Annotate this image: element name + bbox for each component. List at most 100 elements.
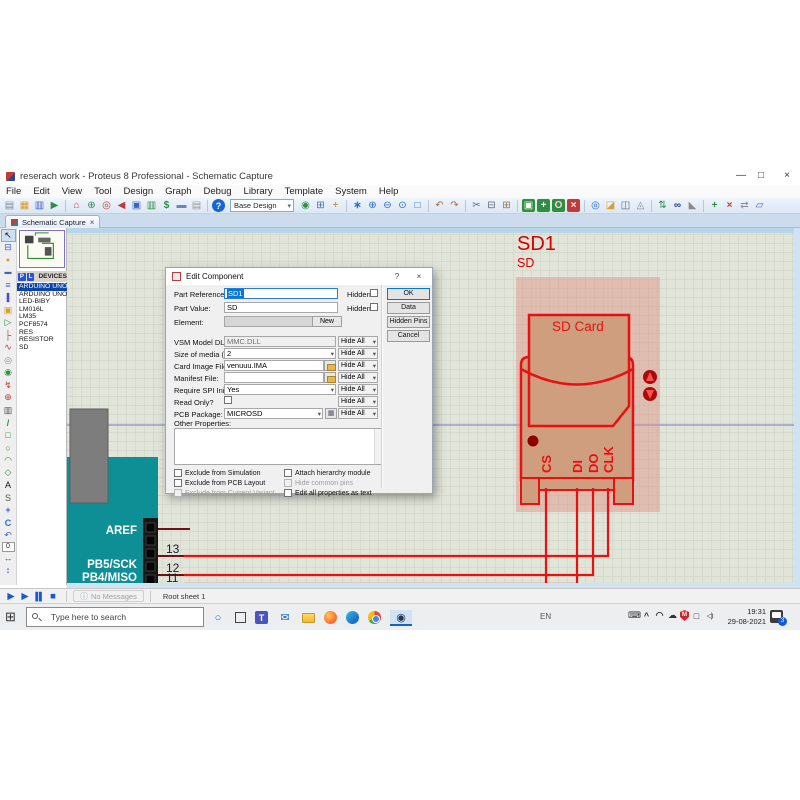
dialog-help-button[interactable]: ? (390, 272, 404, 281)
exclude-simulation-checkbox[interactable] (174, 469, 182, 477)
wifi-icon[interactable]: ◠ (654, 610, 665, 621)
decompose-icon[interactable]: ◬ (634, 199, 647, 212)
edge-icon[interactable] (346, 611, 359, 624)
language-indicator[interactable]: EN (540, 612, 551, 621)
exchange-icon[interactable]: ⇄ (738, 199, 751, 212)
device-arduino-uno-r3[interactable]: ARDUINO UNO R3 (17, 291, 67, 299)
circle-2d-icon[interactable]: ○ (1, 442, 16, 455)
text-script-icon[interactable]: ≡ (1, 279, 16, 292)
center-sheet-icon[interactable]: ⊕ (85, 199, 98, 212)
message-indicator[interactable]: ⓘ No Messages (73, 590, 144, 602)
element-dropdown[interactable] (224, 316, 324, 327)
dialog-close-button[interactable]: × (412, 272, 426, 281)
pcb-package-hide-dropdown[interactable]: Hide All (338, 408, 378, 419)
erc-icon[interactable]: ▬ (175, 199, 188, 212)
goto-sheet-icon[interactable]: ◎ (100, 199, 113, 212)
graph-mode-icon[interactable]: ∿ (1, 342, 16, 355)
arc-2d-icon[interactable]: ◠ (1, 454, 16, 467)
make-device-icon[interactable]: ◪ (604, 199, 617, 212)
mcafee-icon[interactable]: M (680, 610, 689, 621)
media-size-dropdown[interactable]: 2 (224, 348, 336, 359)
selection-mode-icon[interactable]: ↖ (1, 229, 16, 242)
instruments-icon[interactable]: ▥ (1, 404, 16, 417)
component-mode-icon[interactable]: ⊟ (1, 242, 16, 255)
device-lm016l[interactable]: LM016L (17, 306, 67, 314)
menu-system[interactable]: System (329, 186, 373, 197)
close-button[interactable]: × (778, 170, 796, 181)
minimize-button[interactable]: — (732, 170, 750, 181)
generator-icon[interactable]: ◉ (1, 367, 16, 380)
terminal-mode-icon[interactable]: ▷ (1, 317, 16, 330)
pcb-package-browse-icon[interactable]: ▦ (325, 408, 337, 419)
help-icon[interactable]: ? (212, 199, 225, 212)
part-value-input[interactable]: SD (224, 302, 338, 313)
import-icon[interactable]: ▶ (48, 199, 61, 212)
stop-button[interactable]: ■ (46, 591, 60, 602)
touch-keyboard-icon[interactable]: ⌨ (628, 610, 639, 621)
element-new-button[interactable]: New (312, 316, 342, 327)
data-button[interactable]: Data (387, 302, 430, 314)
block-rotate-icon[interactable]: O (552, 199, 565, 212)
block-move-icon[interactable]: + (537, 199, 550, 212)
read-only-hide-dropdown[interactable]: Hide All (338, 396, 378, 407)
mail-icon[interactable]: ✉ (277, 610, 293, 626)
netlist-icon[interactable]: ▤ (190, 199, 203, 212)
zoom-in-icon[interactable]: ⊕ (366, 199, 379, 212)
paste-icon[interactable]: ⊞ (500, 199, 513, 212)
part-reference-hidden-checkbox[interactable] (370, 289, 378, 297)
zoom-all-icon[interactable]: ⊙ (396, 199, 409, 212)
hierarchy-icon[interactable]: ⇅ (656, 199, 669, 212)
menu-graph[interactable]: Graph (159, 186, 197, 197)
chrome-icon[interactable] (368, 611, 381, 624)
cancel-button[interactable]: Cancel (387, 330, 430, 342)
subcircuit-icon[interactable]: ▣ (1, 304, 16, 317)
media-size-hide-dropdown[interactable]: Hide All (338, 348, 378, 359)
wire-label-icon[interactable]: ▬ (1, 267, 16, 280)
zoom-sheet-icon[interactable]: ▣ (130, 199, 143, 212)
block-delete-icon[interactable]: × (567, 199, 580, 212)
proteus-taskbar-icon[interactable]: ◉ (390, 610, 412, 626)
menu-design[interactable]: Design (118, 186, 160, 197)
sd-socket-foot-left[interactable] (521, 478, 539, 504)
rotate-cw-icon[interactable]: C (1, 517, 16, 530)
cortana-icon[interactable]: ○ (210, 610, 226, 626)
teams-icon[interactable]: T (255, 611, 268, 624)
edit-all-properties-checkbox[interactable] (284, 489, 292, 497)
device-pcf8574[interactable]: PCF8574 (17, 321, 67, 329)
device-lm35[interactable]: LM35 (17, 313, 67, 321)
save-icon[interactable]: ▥ (33, 199, 46, 212)
device-pin-icon[interactable]: ├ (1, 329, 16, 342)
arduino-usb-connector[interactable] (70, 409, 108, 503)
device-sd[interactable]: SD (17, 344, 67, 352)
card-image-input[interactable]: venuuu.IMA (224, 360, 324, 371)
task-view-icon[interactable] (235, 612, 246, 623)
symbol-2d-icon[interactable]: S (1, 492, 16, 505)
notification-center-icon[interactable]: 3 (770, 610, 783, 623)
menu-tool[interactable]: Tool (88, 186, 117, 197)
spi-init-dropdown[interactable]: Yes (224, 384, 336, 395)
phone-icon[interactable]: □ (691, 611, 702, 621)
text-2d-icon[interactable]: A (1, 479, 16, 492)
card-image-browse-folder-icon[interactable] (324, 360, 336, 371)
zoom-area-icon[interactable]: □ (411, 199, 424, 212)
file-explorer-icon[interactable] (302, 613, 315, 623)
packaging-tool-icon[interactable]: ◫ (619, 199, 632, 212)
volume-icon[interactable]: ◁) (704, 612, 715, 620)
cut-icon[interactable]: ✂ (470, 199, 483, 212)
start-button[interactable]: ⊞ (5, 609, 16, 625)
find-component-icon[interactable]: ∞ (671, 199, 684, 212)
current-probe-icon[interactable]: ⊕ (1, 392, 16, 405)
tape-recorder-icon[interactable]: ◎ (1, 354, 16, 367)
device-res[interactable]: RES (17, 329, 67, 337)
pick-devices-button[interactable]: P (18, 273, 26, 281)
sd-socket-foot-right[interactable] (614, 478, 633, 504)
rotate-ccw-icon[interactable]: ↶ (1, 529, 16, 542)
attach-hierarchy-checkbox[interactable] (284, 469, 292, 477)
view-sheet-icon[interactable]: ▥ (145, 199, 158, 212)
back-sheet-icon[interactable]: ◀ (115, 199, 128, 212)
menu-file[interactable]: File (0, 186, 27, 197)
tab-schematic-capture[interactable]: Schematic Capture × (5, 215, 100, 228)
part-value-hidden-checkbox[interactable] (370, 303, 378, 311)
play-button[interactable]: ▶ (4, 591, 18, 602)
menu-edit[interactable]: Edit (27, 186, 55, 197)
